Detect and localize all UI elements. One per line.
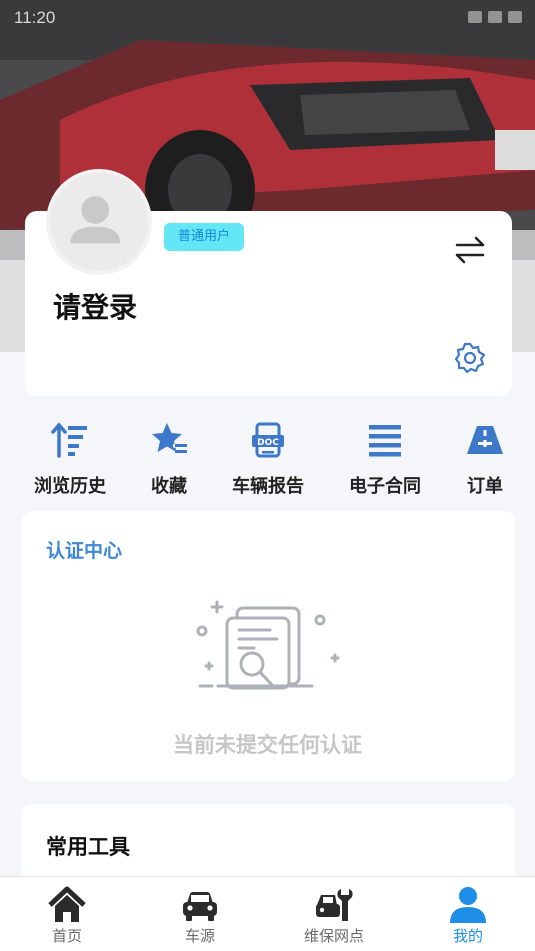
- quick-e-contract[interactable]: 电子合同: [330, 420, 440, 502]
- tab-label: 车源: [184, 927, 215, 945]
- default-avatar-icon: [70, 196, 121, 244]
- repair-shop-icon: [316, 889, 353, 921]
- browse-history-icon: [51, 422, 87, 458]
- car-icon: [183, 892, 217, 921]
- empty-document-icon: [196, 600, 340, 690]
- tab-cars[interactable]: 车源: [135, 877, 265, 951]
- status-bar: 11:20: [14, 8, 522, 30]
- order-road-icon: [467, 426, 503, 454]
- quick-label: 电子合同: [349, 476, 421, 497]
- signal-icon: [468, 11, 482, 23]
- svg-text:DOC: DOC: [257, 438, 279, 448]
- system-icons: [468, 11, 522, 23]
- auth-center-title: 认证中心: [46, 540, 123, 562]
- quick-orders[interactable]: 订单: [430, 420, 535, 502]
- bottom-tabbar: 首页 车源 维保网点 我的: [0, 876, 535, 951]
- doc-report-icon: DOC: [252, 422, 284, 458]
- quick-vehicle-report[interactable]: DOC 车辆报告: [213, 420, 323, 502]
- tab-home[interactable]: 首页: [2, 877, 132, 951]
- quick-label: 浏览历史: [34, 476, 106, 497]
- contract-list-icon: [369, 425, 401, 457]
- home-icon: [48, 886, 86, 922]
- status-time: 11:20: [14, 8, 56, 27]
- tab-repair-shops[interactable]: 维保网点: [269, 877, 399, 951]
- settings-gear-icon[interactable]: [453, 341, 487, 375]
- empty-state-text: 当前未提交任何认证: [173, 733, 362, 757]
- user-type-badge: 普通用户: [164, 223, 244, 251]
- quick-label: 收藏: [151, 476, 187, 497]
- quick-label: 订单: [467, 476, 503, 497]
- user-icon: [450, 887, 486, 923]
- tab-label: 我的: [452, 927, 483, 945]
- battery-icon: [508, 11, 522, 23]
- star-favorite-icon: [152, 423, 187, 453]
- quick-browse-history[interactable]: 浏览历史: [15, 420, 125, 502]
- quick-label: 车辆报告: [232, 476, 304, 497]
- wifi-icon: [488, 11, 502, 23]
- tools-title: 常用工具: [46, 835, 130, 859]
- login-prompt[interactable]: 请登录: [53, 286, 137, 326]
- swap-icon[interactable]: [453, 233, 487, 267]
- tab-mine[interactable]: 我的: [403, 877, 533, 951]
- tab-label: 维保网点: [303, 927, 364, 945]
- avatar[interactable]: [46, 169, 152, 275]
- tab-label: 首页: [51, 927, 82, 945]
- quick-favorites[interactable]: 收藏: [114, 420, 224, 502]
